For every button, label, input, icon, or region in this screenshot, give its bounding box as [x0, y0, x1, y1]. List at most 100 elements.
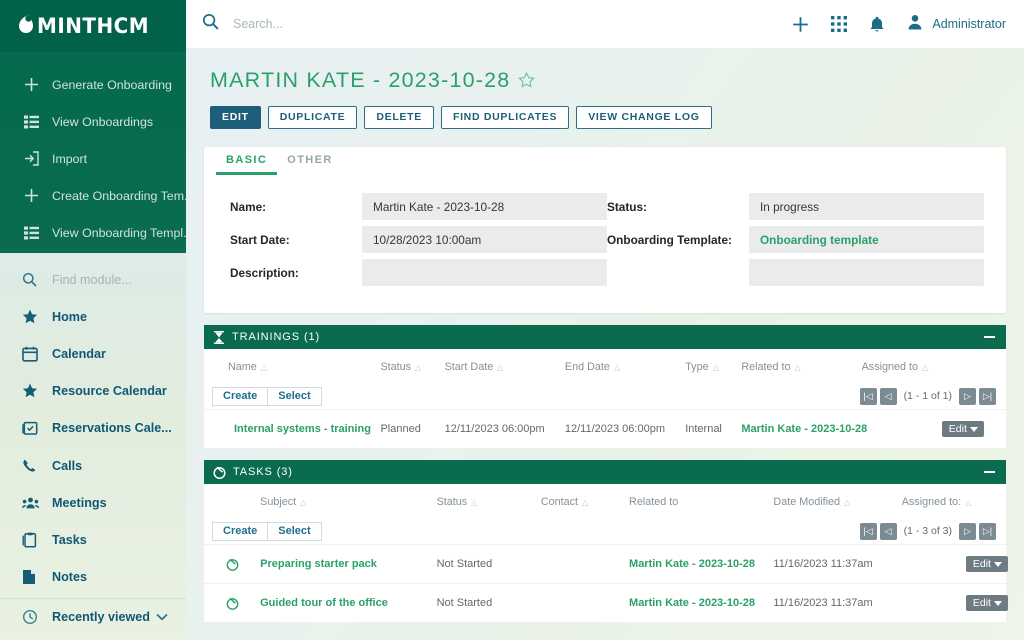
- sidebar-item-label: Meetings: [48, 496, 107, 510]
- edit-button[interactable]: EDIT: [210, 106, 261, 129]
- cell-name[interactable]: Internal systems - training: [204, 410, 380, 449]
- field-description: Description:: [230, 259, 607, 286]
- search-icon: [22, 272, 48, 287]
- sidebar-item-calendar[interactable]: Calendar: [0, 335, 186, 372]
- row-edit-button[interactable]: Edit: [966, 556, 1008, 572]
- pager-count: (1 - 1 of 1): [900, 390, 956, 402]
- sort-icon: △: [471, 498, 477, 507]
- app-root: MINTHCM Generate Onboarding: [0, 0, 1024, 640]
- next-page-icon[interactable]: ▷: [959, 523, 976, 540]
- cell-contact: [541, 545, 629, 584]
- sidebar-item-tasks[interactable]: Tasks: [0, 521, 186, 558]
- sort-icon: △: [582, 498, 588, 507]
- sidebar-item-label: Notes: [48, 570, 87, 584]
- brand-logo[interactable]: MINTHCM: [0, 0, 186, 52]
- col-subject[interactable]: Subject△: [260, 484, 436, 518]
- first-page-icon[interactable]: |◁: [860, 523, 877, 540]
- row-edit-button[interactable]: Edit: [966, 595, 1008, 611]
- table-row[interactable]: Guided tour of the office Not Started Ma…: [204, 584, 1006, 623]
- user-menu[interactable]: Administrator: [907, 14, 1006, 35]
- sidebar-item-create-onboarding-template[interactable]: Create Onboarding Tem...: [0, 177, 186, 214]
- col-actions: [942, 349, 1006, 383]
- find-duplicates-button[interactable]: FIND DUPLICATES: [441, 106, 569, 129]
- create-button[interactable]: Create: [212, 387, 268, 406]
- row-edit-button[interactable]: Edit: [942, 421, 984, 437]
- sidebar-item-generate-onboarding[interactable]: Generate Onboarding: [0, 66, 186, 103]
- caret-down-icon: [994, 562, 1002, 567]
- cell-related-to[interactable]: Martin Kate - 2023-10-28: [741, 410, 861, 449]
- col-start-date[interactable]: Start Date△: [445, 349, 565, 383]
- grid-icon[interactable]: [831, 16, 847, 32]
- sidebar-item-view-onboarding-templates[interactable]: View Onboarding Templ...: [0, 214, 186, 251]
- pager-count: (1 - 3 of 3): [900, 525, 956, 537]
- sidebar-item-reservations-calendar[interactable]: Reservations Cale...: [0, 410, 186, 447]
- tasks-rows: Preparing starter pack Not Started Marti…: [204, 544, 1006, 622]
- cell-actions: Edit: [966, 584, 1006, 623]
- field-value: 10/28/2023 10:00am: [362, 226, 607, 253]
- sidebar-item-recently-viewed[interactable]: Recently viewed: [0, 598, 186, 635]
- minus-icon[interactable]: [984, 471, 995, 473]
- sidebar-item-label: Calendar: [48, 347, 106, 361]
- sidebar-item-notes[interactable]: Notes: [0, 559, 186, 596]
- task-check-icon: [226, 597, 260, 610]
- table-row[interactable]: Preparing starter pack Not Started Marti…: [204, 545, 1006, 584]
- col-assigned-to[interactable]: Assigned to△: [862, 349, 942, 383]
- select-button[interactable]: Select: [268, 387, 321, 406]
- sidebar-item-view-onboardings[interactable]: View Onboardings: [0, 103, 186, 140]
- prev-page-icon[interactable]: ◁: [880, 388, 897, 405]
- trainings-toolbar: Create Select |◁ ◁ (1 - 1 of 1) ▷ ▷|: [204, 383, 1006, 409]
- next-page-icon[interactable]: ▷: [959, 388, 976, 405]
- sidebar-item-calls[interactable]: Calls: [0, 447, 186, 484]
- bell-icon[interactable]: [869, 16, 885, 33]
- last-page-icon[interactable]: ▷|: [979, 523, 996, 540]
- view-change-log-button[interactable]: VIEW CHANGE LOG: [576, 106, 711, 129]
- prev-page-icon[interactable]: ◁: [880, 523, 897, 540]
- chevron-down-icon[interactable]: [156, 610, 168, 624]
- tab-basic[interactable]: BASIC: [216, 147, 277, 175]
- tab-other[interactable]: OTHER: [277, 147, 343, 175]
- field-start-date: Start Date: 10/28/2023 10:00am: [230, 226, 607, 253]
- field-value-link[interactable]: Onboarding template: [749, 226, 984, 253]
- col-related-to[interactable]: Related to△: [741, 349, 861, 383]
- minus-icon[interactable]: [984, 336, 995, 338]
- first-page-icon[interactable]: |◁: [860, 388, 877, 405]
- sidebar-item-import[interactable]: Import: [0, 140, 186, 177]
- col-date-modified[interactable]: Date Modified△: [773, 484, 901, 518]
- row-edit-label: Edit: [973, 597, 991, 609]
- col-type[interactable]: Type△: [685, 349, 741, 383]
- cell-related-to[interactable]: Martin Kate - 2023-10-28: [629, 545, 773, 584]
- trainings-rows: Internal systems - training Planned 12/1…: [204, 409, 1006, 448]
- table-row[interactable]: Internal systems - training Planned 12/1…: [204, 410, 1006, 449]
- find-module-input[interactable]: Find module...: [0, 261, 186, 298]
- cell-subject[interactable]: Preparing starter pack: [260, 545, 436, 584]
- col-assigned-to[interactable]: Assigned to:△: [902, 484, 966, 518]
- plus-icon[interactable]: [792, 16, 809, 33]
- create-button[interactable]: Create: [212, 522, 268, 541]
- sidebar-module-section: MINTHCM Generate Onboarding: [0, 0, 186, 253]
- last-page-icon[interactable]: ▷|: [979, 388, 996, 405]
- star-outline-icon[interactable]: [518, 72, 535, 89]
- row-edit-label: Edit: [973, 558, 991, 570]
- cell-actions: Edit: [966, 545, 1006, 584]
- cell-icon: [204, 584, 260, 623]
- global-search[interactable]: Search...: [202, 13, 792, 35]
- delete-button[interactable]: DELETE: [364, 106, 434, 129]
- sidebar-item-home[interactable]: Home: [0, 298, 186, 335]
- col-status[interactable]: Status△: [437, 484, 541, 518]
- duplicate-button[interactable]: DUPLICATE: [268, 106, 358, 129]
- tasks-pager: |◁ ◁ (1 - 3 of 3) ▷ ▷|: [860, 523, 996, 540]
- col-name[interactable]: Name△: [204, 349, 380, 383]
- sidebar-item-meetings[interactable]: Meetings: [0, 484, 186, 521]
- sort-icon: △: [795, 363, 801, 372]
- star-icon: [22, 383, 48, 399]
- select-button[interactable]: Select: [268, 522, 321, 541]
- col-contact[interactable]: Contact△: [541, 484, 629, 518]
- sidebar-item-resource-calendar[interactable]: Resource Calendar: [0, 373, 186, 410]
- sort-icon: △: [713, 363, 719, 372]
- trainings-toolbar-buttons: Create Select: [212, 387, 322, 406]
- cell-subject[interactable]: Guided tour of the office: [260, 584, 436, 623]
- detail-fields-right: Status: In progress Onboarding Template:…: [607, 193, 984, 292]
- cell-related-to[interactable]: Martin Kate - 2023-10-28: [629, 584, 773, 623]
- col-end-date[interactable]: End Date△: [565, 349, 685, 383]
- col-status[interactable]: Status△: [380, 349, 444, 383]
